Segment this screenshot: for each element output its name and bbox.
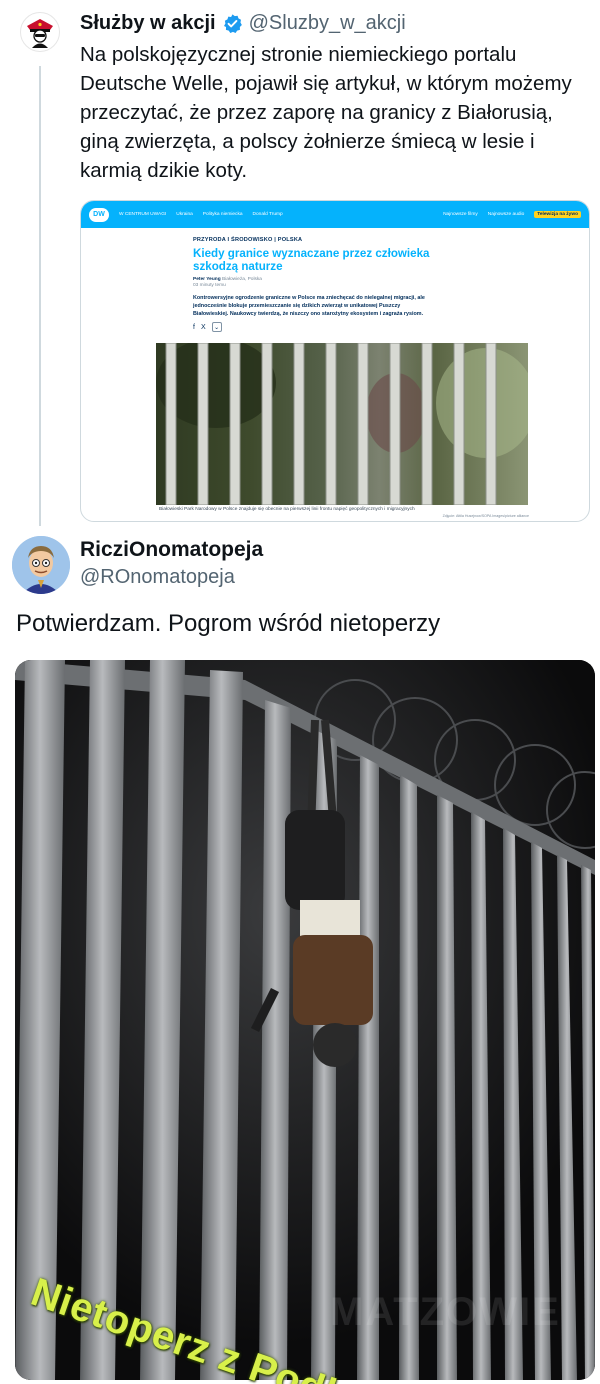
article-category: PRZYRODA I ŚRODOWISKO | POLSKA: [193, 237, 303, 243]
police-officer-logo-icon: [27, 19, 53, 48]
dw-nav-right-item: Najnowsze audio: [487, 212, 525, 217]
article-title: Kiedy granice wyznaczane przez człowieka…: [193, 247, 430, 273]
dw-nav-item: Polityka niemiecka: [202, 212, 243, 217]
author-avatar-ricziomatopeja[interactable]: [12, 536, 70, 594]
chevron-down-icon: ⌄: [211, 322, 222, 332]
border-fence-forest-photo: [156, 343, 528, 505]
article-share-row: f X ⌄: [193, 322, 222, 332]
tweet1-author-name[interactable]: Służby w akcji: [80, 12, 216, 35]
dw-logo: DW: [89, 207, 109, 222]
tweet1-handle[interactable]: @Sluzby_w_akcji: [249, 12, 406, 35]
fence-bars-illustration: [156, 343, 528, 505]
thread-connector-line: [39, 66, 41, 526]
dw-nav-item: W CENTRUM UWAGI: [119, 212, 167, 217]
article-location: Białowieża, Polska: [221, 277, 262, 282]
dw-nav-item: Ukraina: [176, 212, 193, 217]
article-photo-caption: Białowieski Park Narodowy w Polsce znajd…: [159, 507, 415, 512]
dw-navbar: DW W CENTRUM UWAGI Ukraina Polityka niem…: [81, 201, 589, 228]
tweet2-author-name[interactable]: RicziOnomatopeja: [80, 538, 263, 562]
article-lead: Kontrowersyjne ogrodzenie graniczne w Po…: [193, 295, 425, 317]
verified-badge-icon: [223, 13, 242, 33]
cartoon-man-avatar-icon: [12, 536, 70, 594]
tweet2-handle[interactable]: @ROnomatopeja: [80, 566, 235, 589]
tweet2-text: Potwierdzam. Pogrom wśród nietoperzy: [16, 610, 441, 637]
article-byline: Peter Yeung Białowieża, Polska 03 minuty…: [193, 277, 262, 289]
dw-nav-item: Donald Trump: [252, 212, 283, 217]
tweet2-photo-fence-night[interactable]: [15, 660, 595, 1380]
facebook-share-icon: f: [193, 323, 195, 331]
author-avatar-sluzby[interactable]: [20, 12, 60, 52]
site-watermark: MATZOWIE: [330, 1290, 561, 1334]
article-photo-credit: Zdjęcie: Attila Husejnow/SOPA Images/pic…: [442, 514, 529, 518]
article-time: 03 minuty temu: [193, 283, 226, 288]
tweet1-header: Służby w akcji @Sluzby_w_akcji: [80, 8, 406, 38]
tweet1-text: Na polskojęzycznej stronie niemieckiego …: [80, 43, 572, 182]
article-author: Peter Yeung: [193, 277, 221, 282]
dw-live-tv-badge: Telewizja na żywo: [534, 211, 581, 218]
fence-night-illustration: [15, 660, 595, 1380]
x-share-icon: X: [200, 323, 206, 331]
dw-nav-right-item: Najnowsze filmy: [443, 212, 478, 217]
article-screenshot-card[interactable]: DW W CENTRUM UWAGI Ukraina Polityka niem…: [80, 200, 590, 522]
